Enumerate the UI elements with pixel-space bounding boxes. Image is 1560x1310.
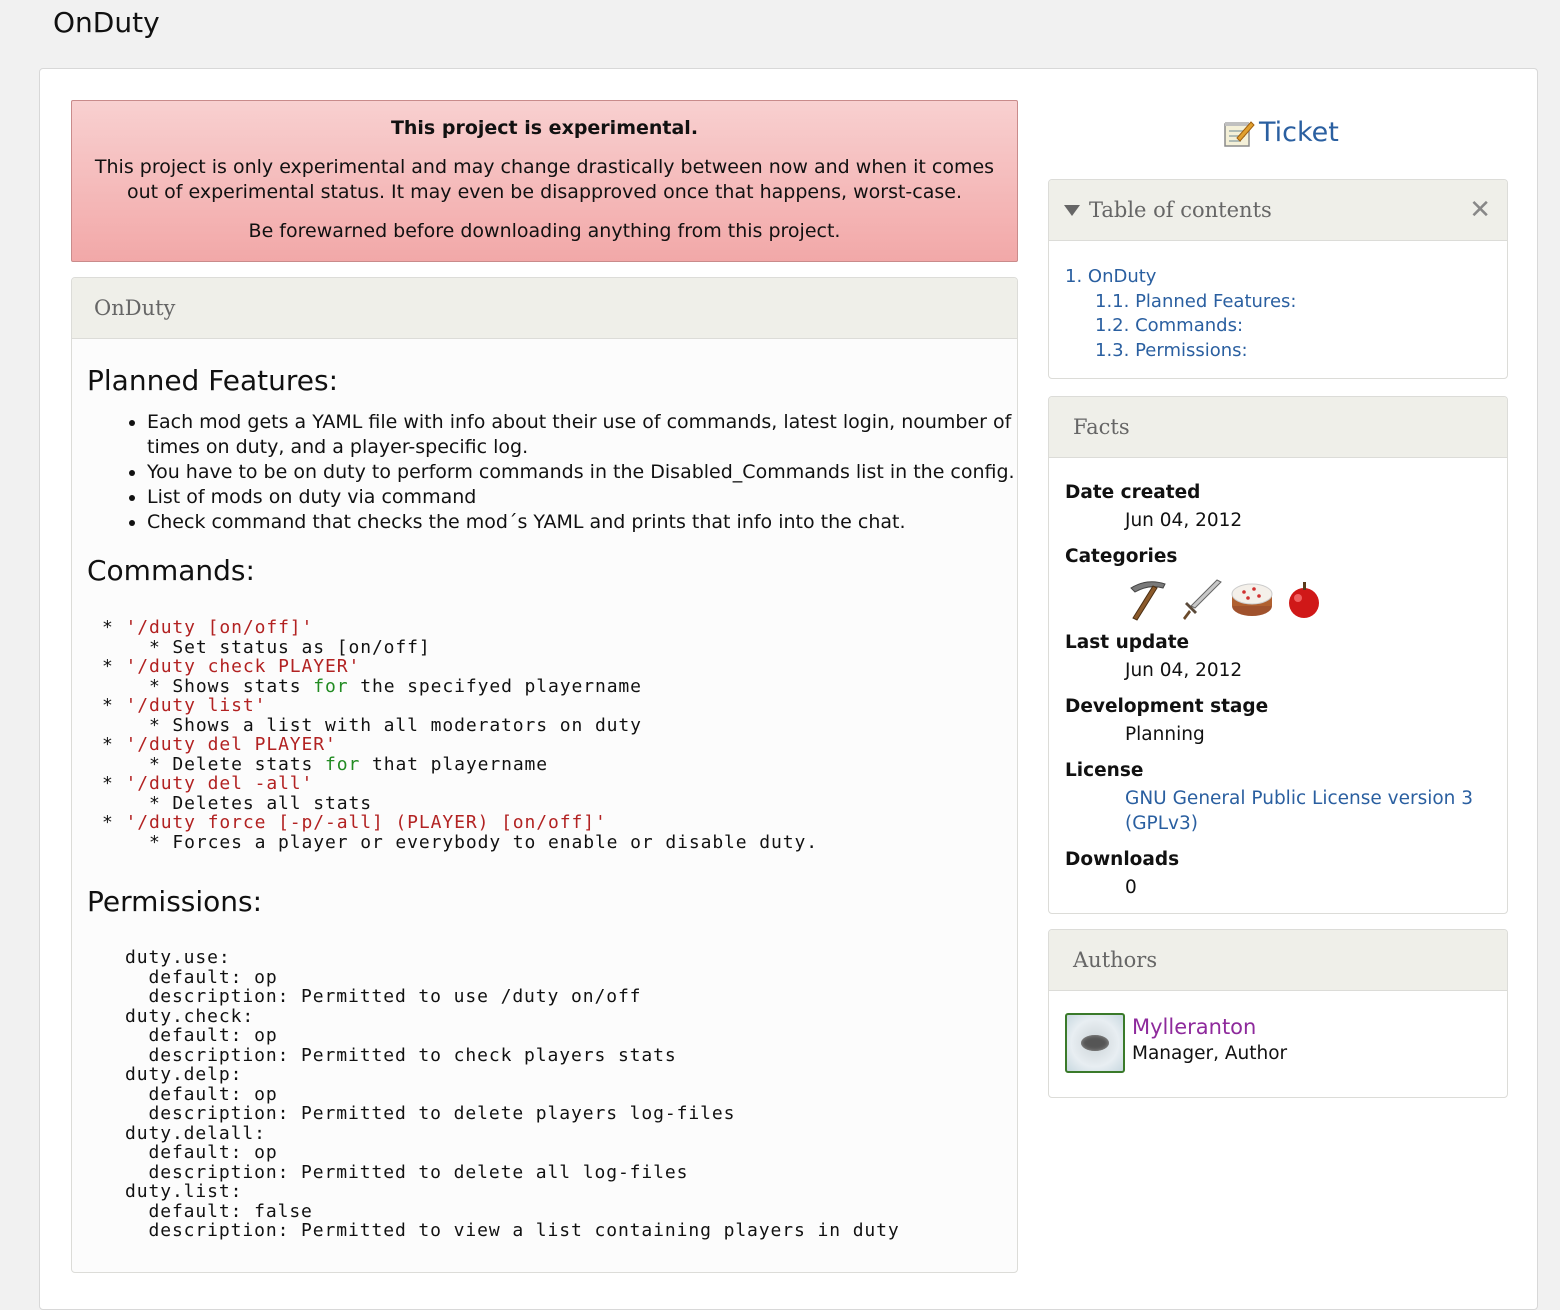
facts-title: Facts <box>1049 397 1507 458</box>
toc-item-permissions[interactable]: 1.3. Permissions: <box>1065 339 1507 364</box>
command-line: * '/duty del PLAYER' * Delete stats for … <box>102 734 549 775</box>
downloads-value: 0 <box>1125 877 1137 898</box>
date-created-value: Jun 04, 2012 <box>1125 510 1243 531</box>
command-string: '/duty list' <box>125 695 267 716</box>
toc-item-planned-features[interactable]: 1.1. Planned Features: <box>1065 290 1507 315</box>
list-item: Check command that checks the mod´s YAML… <box>147 510 1017 535</box>
categories-label: Categories <box>1065 546 1178 567</box>
command-string: '/duty del PLAYER' <box>125 734 337 755</box>
toc-header[interactable]: Table of contents ✕ <box>1049 180 1507 241</box>
close-icon[interactable]: ✕ <box>1469 180 1491 240</box>
development-stage-label: Development stage <box>1065 696 1269 717</box>
panel-title: OnDuty <box>72 278 1017 339</box>
last-update-label: Last update <box>1065 632 1190 653</box>
commands-code-block: * '/duty [on/off]' * Set status as [on/o… <box>102 618 818 852</box>
command-line: * '/duty [on/off]' * Set status as [on/o… <box>102 617 431 658</box>
list-item: You have to be on duty to perform comman… <box>147 460 1017 485</box>
collapse-triangle-icon[interactable] <box>1064 205 1080 216</box>
toc-title: Table of contents <box>1089 198 1272 222</box>
command-line: * '/duty check PLAYER' * Shows stats for… <box>102 656 642 697</box>
cake-icon[interactable] <box>1229 576 1275 622</box>
author-name-link[interactable]: Mylleranton <box>1132 1015 1256 1039</box>
toc-item-commands[interactable]: 1.2. Commands: <box>1065 314 1507 339</box>
warning-body: This project is only experimental and ma… <box>94 156 995 203</box>
commands-heading: Commands: <box>87 554 255 587</box>
permissions-heading: Permissions: <box>87 885 263 918</box>
categories-icons <box>1065 576 1491 622</box>
author-role: Manager, Author <box>1132 1043 1288 1064</box>
features-list: Each mod gets a YAML file with info abou… <box>87 410 1017 535</box>
command-line: * '/duty list' * Shows a list with all m… <box>102 695 642 736</box>
date-created-label: Date created <box>1065 482 1201 503</box>
command-string: '/duty [on/off]' <box>125 617 314 638</box>
experimental-warning: This project is experimental. This proje… <box>71 100 1018 262</box>
command-string: '/duty force [-p/-all] (PLAYER) [on/off]… <box>125 812 607 833</box>
page-title: OnDuty <box>53 6 160 39</box>
features-heading: Planned Features: <box>87 364 339 397</box>
warning-footer: Be forewarned before downloading anythin… <box>248 220 841 242</box>
command-string: '/duty del -all' <box>125 773 314 794</box>
ticket-link[interactable]: Ticket <box>1223 117 1339 148</box>
license-link[interactable]: GNU General Public License version 3 (GP… <box>1065 786 1491 836</box>
command-line: * '/duty del -all' * Deletes all stats <box>102 773 372 814</box>
development-stage-value: Planning <box>1125 724 1205 745</box>
apple-icon[interactable] <box>1281 576 1327 622</box>
warning-title: This project is experimental. <box>390 117 699 139</box>
facts-panel: Facts Date created Jun 04, 2012 Categori… <box>1048 396 1508 914</box>
pickaxe-icon[interactable] <box>1125 576 1171 622</box>
permissions-code-block: duty.use: default: op description: Permi… <box>125 947 900 1241</box>
license-label: License <box>1065 760 1144 781</box>
list-item: List of mods on duty via command <box>147 485 1017 510</box>
sword-icon[interactable] <box>1177 576 1223 622</box>
ticket-label: Ticket <box>1259 117 1339 148</box>
command-string: '/duty check PLAYER' <box>125 656 361 677</box>
table-of-contents: Table of contents ✕ 1. OnDuty 1.1. Plann… <box>1048 179 1508 379</box>
downloads-label: Downloads <box>1065 849 1180 870</box>
ticket-icon <box>1224 120 1255 147</box>
toc-list: 1. OnDuty 1.1. Planned Features: 1.2. Co… <box>1049 241 1507 363</box>
authors-panel: Authors Mylleranton Manager, Author <box>1048 929 1508 1098</box>
toc-item-onduty[interactable]: 1. OnDuty <box>1065 265 1507 290</box>
project-description-panel: OnDuty Planned Features: Each mod gets a… <box>71 277 1018 1273</box>
author-row: Mylleranton Manager, Author <box>1049 991 1507 1073</box>
content-container: This project is experimental. This proje… <box>39 68 1538 1310</box>
list-item: Each mod gets a YAML file with info abou… <box>147 410 1017 460</box>
authors-title: Authors <box>1049 930 1507 991</box>
last-update-value: Jun 04, 2012 <box>1125 660 1243 681</box>
avatar[interactable] <box>1065 1013 1125 1073</box>
command-line: * '/duty force [-p/-all] (PLAYER) [on/of… <box>102 812 818 853</box>
